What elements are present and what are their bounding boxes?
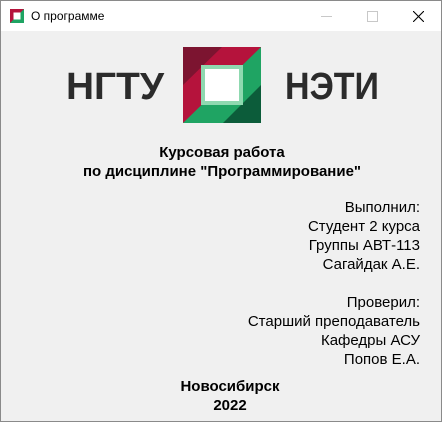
maximize-icon (367, 11, 378, 22)
minimize-button[interactable] (303, 1, 349, 31)
course-title-line2: по дисциплине "Программирование" (82, 163, 362, 180)
checked-role: Старший преподаватель (247, 313, 420, 330)
minimize-icon (321, 16, 332, 17)
course-title: Курсовая работа по дисциплине "Программи… (1, 143, 442, 181)
about-window: О программе НГТУ НЭТИ Курсовая работа по… (0, 0, 442, 422)
footer-year: 2022 (213, 397, 247, 414)
close-icon (413, 11, 424, 22)
window-title: О программе (31, 9, 105, 23)
performed-group: Группы АВТ-113 (308, 237, 420, 254)
maximize-button[interactable] (349, 1, 395, 31)
logo-text-neti: НЭТИ (285, 66, 379, 105)
logo-right-text: НЭТИ (285, 66, 379, 105)
performed-heading: Выполнил: (344, 199, 420, 216)
performed-by-block: Выполнил: Студент 2 курса Группы АВТ-113… (308, 198, 420, 274)
footer: Новосибирск 2022 (1, 377, 442, 415)
logo-left-text: НГТУ (66, 66, 164, 105)
close-button[interactable] (395, 1, 441, 31)
performed-name: Сагайдак А.Е. (322, 256, 420, 273)
app-logo-icon (10, 9, 24, 23)
course-title-line1: Курсовая работа (159, 144, 285, 161)
footer-city: Новосибирск (180, 378, 280, 395)
logo-text-ngtu: НГТУ (66, 66, 164, 105)
checked-heading: Проверил: (346, 294, 420, 311)
checked-by-block: Проверил: Старший преподаватель Кафедры … (248, 293, 420, 369)
logo-mark-icon (183, 47, 261, 123)
checked-department: Кафедры АСУ (320, 332, 420, 349)
title-bar[interactable]: О программе (1, 1, 441, 31)
checked-name: Попов Е.А. (343, 351, 420, 368)
performed-role: Студент 2 курса (307, 218, 420, 235)
